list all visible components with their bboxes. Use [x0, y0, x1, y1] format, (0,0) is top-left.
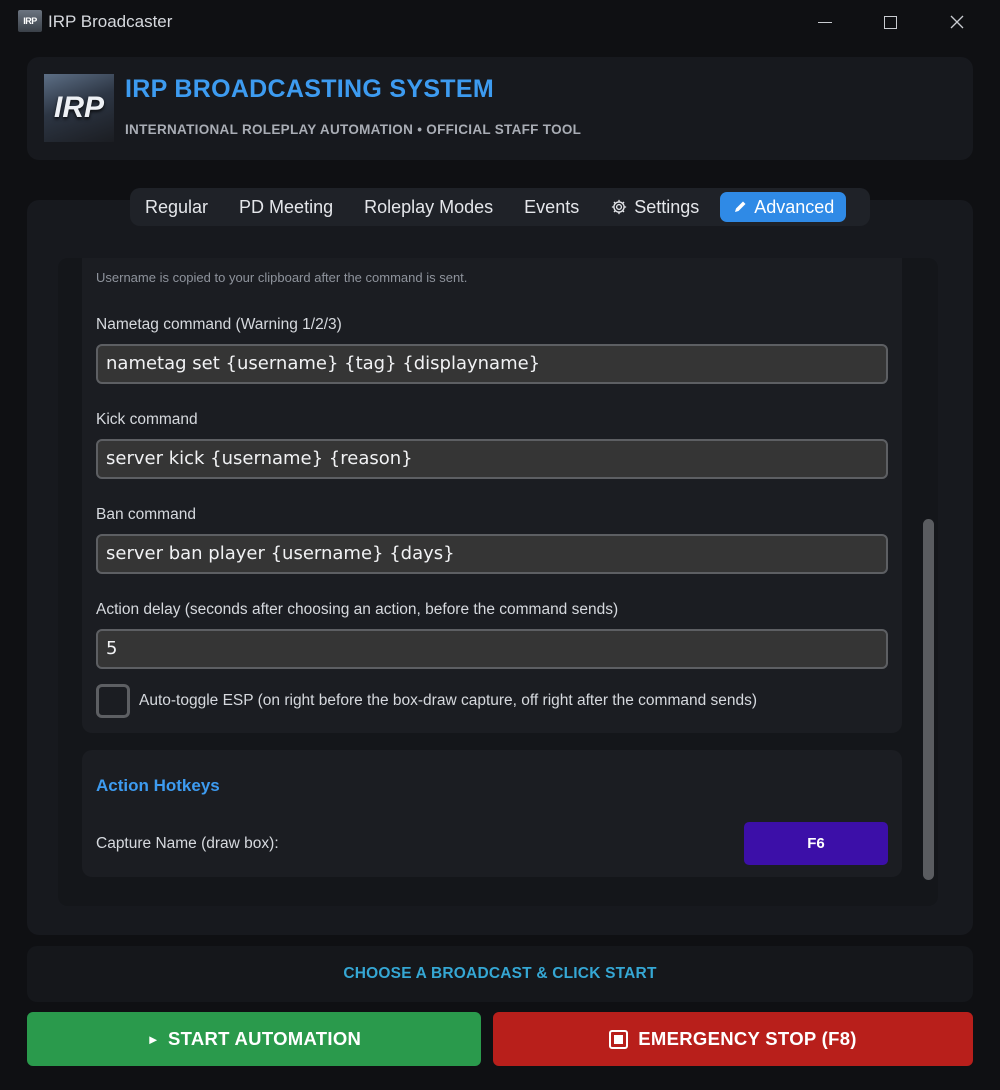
- tab-roleplay-modes[interactable]: Roleplay Modes: [354, 192, 503, 222]
- tab-label: Roleplay Modes: [364, 196, 494, 217]
- stop-label: EMERGENCY STOP (F8): [638, 1028, 857, 1049]
- emergency-stop-button[interactable]: EMERGENCY STOP (F8): [493, 1012, 973, 1066]
- minimize-button[interactable]: [805, 8, 845, 36]
- ban-label: Ban command: [96, 506, 196, 523]
- status-message: CHOOSE A BROADCAST & CLICK START: [27, 946, 973, 1002]
- kick-command-input[interactable]: server kick {username} {reason}: [96, 439, 888, 479]
- delay-label: Action delay (seconds after choosing an …: [96, 601, 619, 618]
- tab-label: PD Meeting: [239, 196, 334, 217]
- maximize-icon: [883, 15, 897, 29]
- stop-icon: [609, 1029, 629, 1049]
- title-bar: IRP IRP Broadcaster: [0, 0, 1000, 44]
- tab-advanced[interactable]: Advanced: [720, 192, 847, 222]
- advanced-scroll-area[interactable]: Username is copied to your clipboard aft…: [58, 258, 938, 906]
- ban-command-input[interactable]: server ban player {username} {days}: [96, 534, 888, 574]
- tab-regular[interactable]: Regular: [135, 192, 218, 222]
- nametag-label: Nametag command (Warning 1/2/3): [96, 316, 342, 333]
- app-subtitle: INTERNATIONAL ROLEPLAY AUTOMATION • OFFI…: [125, 122, 582, 137]
- auto-toggle-esp-label: Auto-toggle ESP (on right before the box…: [139, 692, 758, 709]
- tab-label: Regular: [145, 196, 209, 217]
- capture-hotkey-button[interactable]: F6: [744, 822, 888, 865]
- tab-settings[interactable]: Settings: [600, 192, 709, 222]
- app-icon: IRP: [18, 10, 42, 32]
- nametag-command-input[interactable]: nametag set {username} {tag} {displaynam…: [96, 344, 888, 384]
- auto-toggle-esp-checkbox[interactable]: [96, 684, 130, 718]
- commands-card: Username is copied to your clipboard aft…: [82, 258, 902, 733]
- tab-label: Events: [524, 196, 580, 217]
- gear-icon: [612, 199, 627, 215]
- scrollbar-thumb[interactable]: [923, 519, 934, 880]
- tab-bar: Regular PD Meeting Roleplay Modes Events…: [130, 188, 870, 226]
- hotkeys-card: Action Hotkeys Capture Name (draw box): …: [82, 750, 902, 877]
- minimize-icon: [818, 21, 832, 23]
- tab-pd-meeting[interactable]: PD Meeting: [229, 192, 343, 222]
- action-delay-input[interactable]: 5: [96, 629, 888, 669]
- tab-label: Advanced: [754, 196, 835, 217]
- start-automation-button[interactable]: ► START AUTOMATION: [27, 1012, 481, 1066]
- hotkeys-title: Action Hotkeys: [96, 776, 220, 795]
- play-icon: ►: [146, 1031, 160, 1047]
- close-button[interactable]: [937, 8, 977, 36]
- tab-events[interactable]: Events: [514, 192, 589, 222]
- pen-icon: [735, 201, 746, 212]
- close-icon: [950, 15, 964, 29]
- irp-logo: IRP: [44, 74, 114, 142]
- kick-label: Kick command: [96, 411, 198, 428]
- header-card: IRP IRP BROADCASTING SYSTEM INTERNATIONA…: [27, 57, 973, 160]
- app-icon-text: IRP: [23, 16, 37, 26]
- capture-name-label: Capture Name (draw box):: [96, 835, 279, 852]
- window-title: IRP Broadcaster: [48, 12, 173, 31]
- maximize-button[interactable]: [870, 8, 910, 36]
- tab-label: Settings: [634, 196, 700, 217]
- app-title: IRP BROADCASTING SYSTEM: [125, 75, 494, 103]
- start-label: START AUTOMATION: [167, 1028, 362, 1049]
- clipboard-hint: Username is copied to your clipboard aft…: [96, 270, 468, 285]
